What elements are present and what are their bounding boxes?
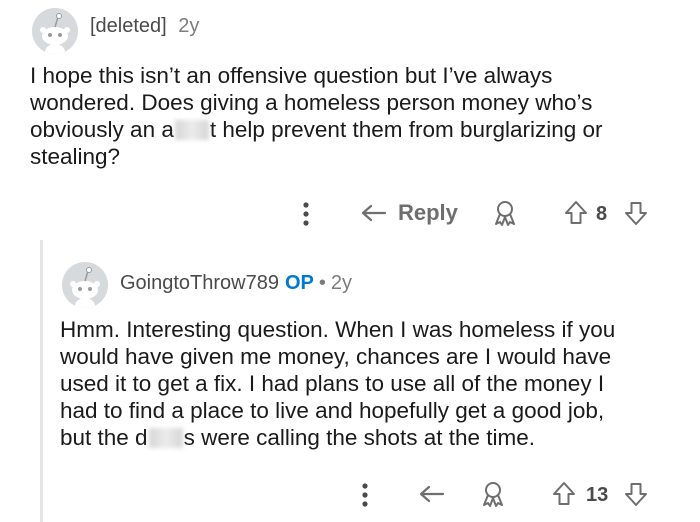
upvote-arrow-icon bbox=[565, 201, 587, 224]
comment-body: I hope this isn’t an offensive question … bbox=[30, 63, 603, 169]
snoo-avatar-icon bbox=[32, 8, 78, 54]
reply-arrow-icon bbox=[361, 204, 387, 222]
more-vertical-icon bbox=[303, 202, 309, 226]
downvote-button[interactable] bbox=[622, 198, 650, 228]
comment-meta: GoingtoThrow789 OP • 2y bbox=[120, 272, 352, 295]
award-button[interactable] bbox=[478, 479, 508, 509]
vote-count: 8 bbox=[596, 203, 608, 225]
more-options-button[interactable] bbox=[355, 480, 375, 510]
comment-body: Hmm. Interesting question. When I was ho… bbox=[60, 317, 616, 450]
comment-author[interactable]: GoingtoThrow789 bbox=[120, 272, 279, 294]
avatar[interactable] bbox=[32, 8, 78, 54]
vote-count: 13 bbox=[586, 484, 609, 506]
more-vertical-icon bbox=[362, 483, 368, 507]
upvote-button[interactable] bbox=[550, 479, 578, 509]
upvote-arrow-icon bbox=[553, 482, 575, 505]
reply-arrow-icon bbox=[419, 485, 445, 503]
award-button[interactable] bbox=[490, 198, 520, 228]
snoo-avatar-icon bbox=[62, 262, 108, 308]
comment-age: 2y bbox=[330, 272, 353, 294]
op-badge: OP bbox=[284, 272, 314, 294]
reply-label: Reply bbox=[398, 200, 458, 225]
downvote-arrow-icon bbox=[625, 202, 647, 225]
meta-separator: • bbox=[318, 272, 326, 294]
award-icon bbox=[483, 482, 503, 507]
thread-line[interactable] bbox=[40, 240, 43, 522]
more-options-button[interactable] bbox=[296, 199, 316, 229]
reply-button[interactable] bbox=[416, 479, 448, 509]
downvote-arrow-icon bbox=[625, 483, 647, 506]
comment-author[interactable]: [deleted] bbox=[90, 15, 167, 37]
avatar[interactable] bbox=[62, 262, 108, 308]
award-icon bbox=[495, 201, 515, 226]
censored-text bbox=[174, 120, 209, 140]
downvote-button[interactable] bbox=[622, 479, 650, 509]
comment-meta: [deleted] 2y bbox=[90, 15, 199, 38]
reply-button[interactable]: Reply bbox=[358, 198, 458, 228]
comment-age: 2y bbox=[178, 15, 200, 37]
censored-text bbox=[148, 428, 183, 448]
upvote-button[interactable] bbox=[562, 198, 590, 228]
